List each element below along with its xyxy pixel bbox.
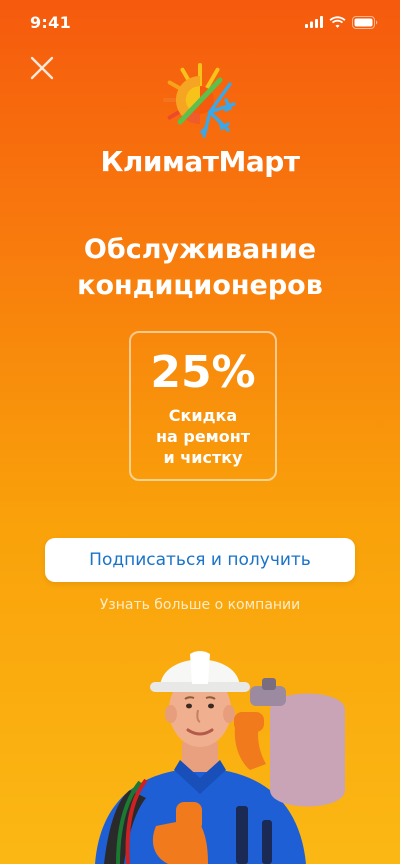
brand-name: КлиматМарт <box>100 145 300 178</box>
wifi-icon <box>329 16 346 28</box>
signal-icon <box>305 16 323 28</box>
headline-line-1: Обслуживание <box>83 234 317 265</box>
status-icons <box>305 15 378 29</box>
discount-value: 25% <box>150 347 256 398</box>
subscribe-button[interactable]: Подписаться и получить <box>45 538 355 582</box>
status-time: 9:41 <box>30 12 71 32</box>
discount-description: Скидка на ремонт и чистку <box>156 405 250 468</box>
discount-badge: 25% Скидка на ремонт и чистку <box>129 331 277 481</box>
close-button[interactable] <box>26 52 58 84</box>
discount-line-3: и чистку <box>163 448 243 467</box>
technician-illustration <box>95 651 345 864</box>
learn-more-link[interactable]: Узнать больше о компании <box>0 597 400 613</box>
status-bar: 9:41 <box>0 0 400 44</box>
discount-line-2: на ремонт <box>155 427 251 446</box>
headline-line-2: кондиционеров <box>77 270 323 301</box>
close-icon <box>30 56 54 80</box>
discount-line-1: Скидка <box>168 406 238 425</box>
promo-headline: Обслуживание кондиционеров <box>0 232 400 304</box>
battery-icon <box>352 15 378 29</box>
sun-snowflake-logo-icon <box>163 63 236 138</box>
